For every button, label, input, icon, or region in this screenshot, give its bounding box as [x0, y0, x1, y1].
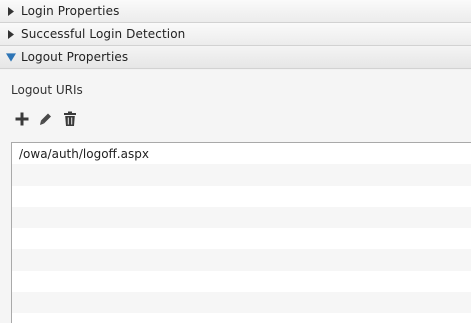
section-title: Login Properties [21, 4, 120, 18]
list-item[interactable] [12, 164, 471, 186]
section-header-successful-login-detection[interactable]: Successful Login Detection [0, 23, 471, 46]
plus-icon [14, 111, 30, 130]
trash-icon [63, 111, 77, 130]
logout-uris-toolbar [12, 110, 84, 130]
list-item[interactable] [12, 313, 471, 323]
edit-uri-button[interactable] [36, 110, 56, 130]
section-header-logout-properties[interactable]: Logout Properties [0, 46, 471, 69]
pencil-icon [39, 112, 53, 129]
section-header-login-properties[interactable]: Login Properties [0, 0, 471, 23]
collapsed-arrow-icon [6, 29, 16, 39]
logout-properties-content: Logout URIs /owa/auth/logoff.aspx [0, 70, 471, 323]
logout-uris-list[interactable]: /owa/auth/logoff.aspx [11, 142, 471, 323]
collapsed-arrow-icon [6, 6, 16, 16]
expanded-arrow-icon [6, 52, 16, 62]
list-item[interactable] [12, 185, 471, 207]
list-item[interactable] [12, 292, 471, 314]
logout-uris-label: Logout URIs [11, 83, 83, 97]
section-title: Logout Properties [21, 50, 129, 64]
list-item[interactable] [12, 249, 471, 271]
section-title: Successful Login Detection [21, 27, 186, 41]
list-item[interactable] [12, 270, 471, 293]
list-item[interactable]: /owa/auth/logoff.aspx [12, 143, 471, 165]
list-item[interactable] [12, 206, 471, 229]
list-item[interactable] [12, 228, 471, 250]
delete-uri-button[interactable] [60, 110, 80, 130]
add-uri-button[interactable] [12, 110, 32, 130]
properties-panel: Login Properties Successful Login Detect… [0, 0, 471, 323]
